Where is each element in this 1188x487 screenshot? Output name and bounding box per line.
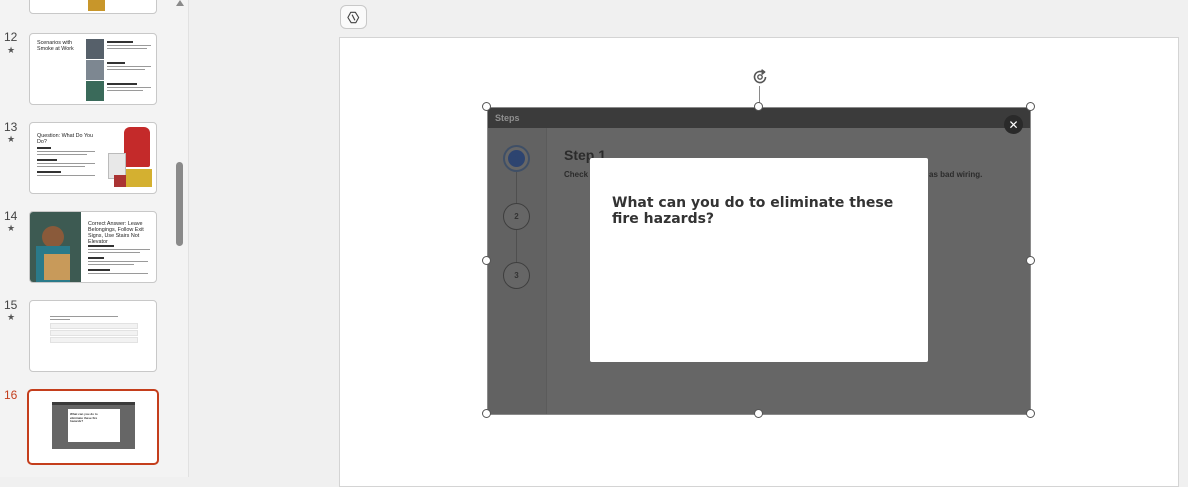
scroll-up-arrow-icon[interactable]: [176, 0, 184, 6]
resize-handle-left[interactable]: [482, 256, 491, 265]
embed-header-label: Steps: [495, 113, 520, 123]
slide-number-14: 14: [4, 209, 18, 223]
resize-handle-top-right[interactable]: [1026, 102, 1035, 111]
copilot-button[interactable]: [340, 5, 367, 29]
resize-handle-bottom-right[interactable]: [1026, 409, 1035, 418]
step-3-button[interactable]: 3: [503, 262, 530, 289]
close-icon: ✕: [1008, 117, 1019, 132]
slide-number-15: 15: [4, 298, 18, 312]
slide-number-16: 16: [4, 388, 18, 402]
thumbnail-image: [86, 39, 104, 59]
step-rail: 1 2 3: [487, 128, 547, 414]
thumbnail-title: What can you do to eliminate these fire …: [70, 412, 98, 424]
animation-star-icon: ★: [7, 134, 16, 144]
animation-star-icon: ★: [7, 223, 16, 233]
thumbnail-scrollbar-thumb[interactable]: [176, 162, 183, 246]
copilot-icon: [347, 11, 360, 23]
slide-thumbnail-15[interactable]: [29, 300, 157, 372]
question-dialog: What can you do to eliminate these fire …: [590, 158, 928, 362]
slide-thumbnail-13[interactable]: Question: What Do You Do?: [29, 122, 157, 194]
rotate-icon: [753, 69, 767, 84]
thumbnail-title: Question: What Do You Do?: [37, 133, 94, 145]
resize-handle-right[interactable]: [1026, 256, 1035, 265]
step-1-button[interactable]: 1: [503, 145, 530, 172]
thumbnail-title: Scenarios with Smoke at Work: [37, 40, 74, 52]
step-description-start: Check: [564, 170, 589, 179]
slide-number-12: 12: [4, 30, 18, 44]
embed-close-button[interactable]: ✕: [1004, 115, 1023, 134]
slide-thumbnail-panel: 12 ★ Scenarios with Smoke at Work 13 ★ Q…: [0, 0, 172, 477]
step-2-button[interactable]: 2: [503, 203, 530, 230]
animation-star-icon: ★: [7, 45, 16, 55]
slide-thumbnail-16[interactable]: What can you do to eliminate these fire …: [27, 389, 159, 465]
slide-thumbnail-11[interactable]: [29, 0, 157, 14]
thumbnail-image: [88, 0, 105, 11]
thumbnail-image: [86, 60, 104, 80]
step-description-end: as bad wiring.: [929, 170, 983, 179]
slide-thumbnail-12[interactable]: Scenarios with Smoke at Work: [29, 33, 157, 105]
dialog-question: What can you do to eliminate these fire …: [612, 195, 894, 227]
resize-handle-top-left[interactable]: [482, 102, 491, 111]
rotate-handle[interactable]: [750, 67, 770, 87]
resize-handle-top[interactable]: [754, 102, 763, 111]
resize-handle-bottom[interactable]: [754, 409, 763, 418]
slide-number-13: 13: [4, 120, 18, 134]
thumbnail-image: [124, 127, 150, 167]
resize-handle-bottom-left[interactable]: [482, 409, 491, 418]
thumbnail-image: [86, 81, 104, 101]
thumbnail-title: Correct Answer: Leave Belongings, Follow…: [88, 221, 144, 245]
slide-thumbnail-14[interactable]: Correct Answer: Leave Belongings, Follow…: [29, 211, 157, 283]
animation-star-icon: ★: [7, 312, 16, 322]
